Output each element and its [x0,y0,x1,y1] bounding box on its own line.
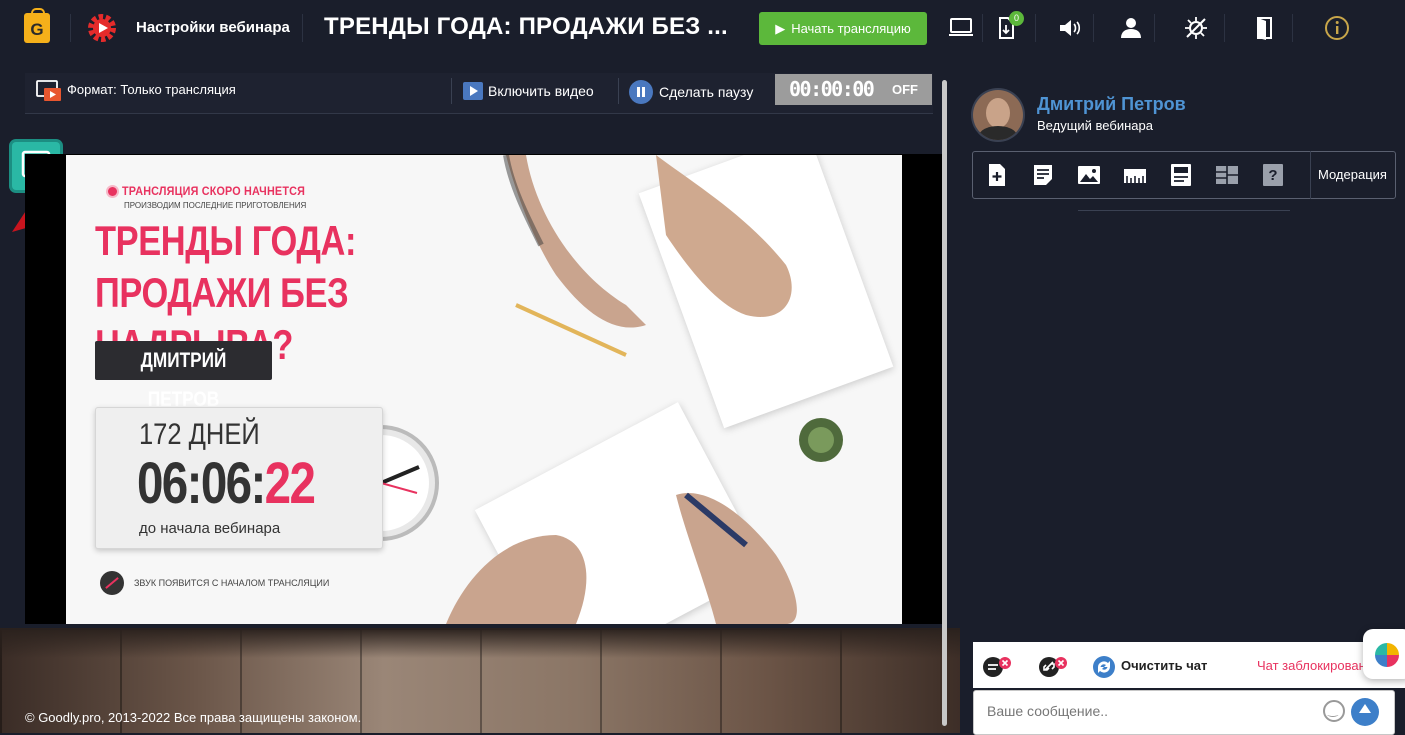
format-icon[interactable] [36,80,62,102]
screen-share-icon[interactable] [948,15,974,41]
text-note-icon[interactable] [1031,163,1055,187]
layout-icon[interactable] [1215,163,1239,187]
slide-soon-label: ТРАНСЛЯЦИЯ СКОРО НАЧНЕТСЯ [122,184,306,198]
divider [302,14,303,42]
disable-links-icon[interactable] [1037,655,1067,679]
broadcast-timer: 00:00:00 OFF [775,74,932,105]
sound-note: ЗВУК ПОЯВИТСЯ С НАЧАЛОМ ТРАНСЛЯЦИИ [134,578,330,588]
live-dot-icon [108,187,117,196]
video-camera-icon[interactable] [463,82,483,100]
start-broadcast-button[interactable]: ▶ Начать трансляцию [759,12,927,45]
enable-video-button[interactable]: Включить видео [488,83,594,99]
timer-value: 00:00:00 [789,77,875,101]
format-label[interactable]: Формат: Только трансляция [67,82,236,97]
webinar-settings-gear-icon[interactable] [86,12,118,44]
svg-text:?: ? [1268,167,1277,184]
main-scrollbar[interactable] [942,80,947,726]
divider [1224,14,1225,42]
chat-message-input[interactable] [985,702,1309,720]
countdown-days: 172 ДНЕЙ [139,418,260,451]
host-avatar [973,90,1023,140]
pause-icon[interactable] [629,80,653,104]
sound-muted-icon [100,571,124,595]
downloads-count-badge: 0 [1009,11,1024,26]
clear-chat-button[interactable]: Очистить чат [1121,658,1207,673]
effects-icon[interactable] [1183,15,1209,41]
divider [618,78,619,104]
slide-soon-sublabel: ПРОИЗВОДИМ ПОСЛЕДНИЕ ПРИГОТОВЛЕНИЯ [124,201,307,210]
goodly-logo-icon[interactable]: G [24,8,50,43]
sound-icon[interactable] [1057,15,1083,41]
divider [1035,14,1036,42]
countdown-time: 06:06:22 [137,450,316,517]
copyright-text: © Goodly.pro, 2013-2022 Все права защище… [25,710,362,725]
divider [982,14,983,42]
ruler-icon[interactable] [1123,163,1147,187]
chat-blocked-status[interactable]: Чат заблокирован [1257,658,1367,673]
webinar-title: ТРЕНДЫ ГОДА: ПРОДАЖИ БЕЗ ... [324,13,728,40]
play-icon: ▶ [775,20,786,36]
question-icon[interactable]: ? [1261,163,1285,187]
document-icon[interactable] [1169,163,1193,187]
disable-messages-icon[interactable] [981,655,1011,679]
divider [1078,210,1290,211]
info-icon[interactable] [1324,15,1350,41]
slide-speaker-box: ДМИТРИЙ ПЕТРОВ [95,341,272,411]
moderation-tab[interactable]: Модерация [1318,167,1387,182]
emoji-icon[interactable] [1323,700,1345,722]
floating-widget-button[interactable] [1363,629,1405,679]
widget-logo-icon [1375,643,1399,667]
stage-floor-shadow [0,628,960,658]
divider [1093,14,1094,42]
divider [1310,151,1311,199]
countdown-caption: до начала вебинара [139,520,281,537]
send-message-icon[interactable] [1351,698,1379,726]
refresh-chat-icon[interactable] [1090,655,1120,679]
add-page-icon[interactable] [985,163,1009,187]
divider [1292,14,1293,42]
divider [451,78,452,104]
waiting-slide: ТРАНСЛЯЦИЯ СКОРО НАЧНЕТСЯ ПРОИЗВОДИМ ПОС… [66,155,902,624]
divider [1154,14,1155,42]
divider [70,14,71,42]
image-icon[interactable] [1077,163,1101,187]
webinar-settings-label[interactable]: Настройки вебинара [136,19,290,36]
host-role: Ведущий вебинара [1037,118,1153,133]
pause-button[interactable]: Сделать паузу [659,84,753,100]
timer-state: OFF [892,82,918,97]
exit-icon[interactable] [1252,15,1278,41]
countdown-hm: 06:06: [137,451,266,516]
host-name: Дмитрий Петров [1037,94,1186,114]
countdown-seconds: 22 [264,451,316,516]
start-broadcast-label: Начать трансляцию [791,21,911,36]
user-icon[interactable] [1118,15,1144,41]
countdown-box: 172 ДНЕЙ 06:06:22 до начала вебинара [95,407,383,549]
